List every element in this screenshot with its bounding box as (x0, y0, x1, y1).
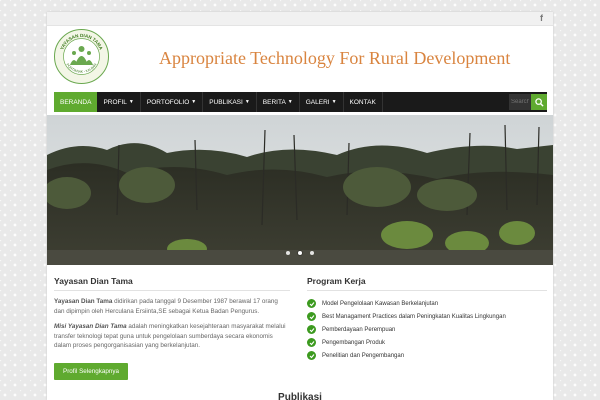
page-container: f YAYASAN DIAN TAMA PONTIANAK - KALBAR A… (47, 12, 553, 400)
program-title: Program Kerja (307, 276, 547, 291)
nav-item-profil[interactable]: Profil ▼ (97, 92, 141, 112)
nav-label: Berita (262, 98, 286, 106)
nav-label: Galeri (305, 98, 330, 106)
slider-dot[interactable] (285, 251, 290, 255)
about-title: Yayasan Dian Tama (54, 276, 290, 291)
facebook-icon[interactable]: f (540, 13, 543, 23)
chevron-down-icon: ▼ (128, 99, 134, 105)
list-item: Best Managament Practices dalam Peningka… (307, 310, 547, 323)
search-icon (534, 97, 544, 107)
check-circle-icon (307, 325, 316, 334)
profile-more-button[interactable]: Profil Selengkapnya (54, 362, 129, 380)
check-circle-icon (307, 312, 316, 321)
list-item: Penelitian dan Pengembangan (307, 349, 547, 362)
nav-label: Profil (103, 98, 127, 106)
nav-item-beranda[interactable]: Beranda (54, 92, 98, 112)
about-p2-strong: Misi Yayasan Dian Tama (54, 323, 127, 330)
nav-label: Portofolio (146, 98, 190, 106)
nav-item-portofolio[interactable]: Portofolio ▼ (141, 92, 204, 112)
program-item-label: Best Managament Practices dalam Peningka… (322, 313, 506, 320)
search-input[interactable] (509, 94, 531, 110)
program-section: Program Kerja Model Pengelolaan Kawasan … (307, 276, 547, 362)
nav-item-galeri[interactable]: Galeri ▼ (300, 92, 344, 112)
publikasi-heading: Publikasi (278, 392, 322, 400)
check-circle-icon (307, 338, 316, 347)
slider-dot-active[interactable] (298, 251, 302, 255)
check-circle-icon (307, 351, 316, 360)
list-item: Pengembangan Produk (307, 336, 547, 349)
about-p1-strong: Yayasan Dian Tama (54, 298, 113, 305)
search-box (509, 94, 547, 110)
program-item-label: Pemberdayaan Perempuan (322, 326, 396, 333)
hero-slider[interactable] (47, 115, 553, 265)
site-header: YAYASAN DIAN TAMA PONTIANAK - KALBAR App… (47, 26, 553, 102)
site-logo[interactable]: YAYASAN DIAN TAMA PONTIANAK - KALBAR (54, 29, 109, 84)
program-item-label: Penelitian dan Pengembangan (322, 352, 405, 359)
chevron-down-icon: ▼ (331, 99, 337, 105)
nav-label: Kontak (349, 98, 376, 106)
search-button[interactable] (531, 94, 547, 110)
chevron-down-icon: ▼ (244, 99, 250, 105)
list-item: Model Pengelolaan Kawasan Berkelanjutan (307, 297, 547, 310)
list-item: Pemberdayaan Perempuan (307, 323, 547, 336)
main-nav: Beranda Profil ▼ Portofolio ▼ Publikasi ▼ B… (54, 92, 547, 112)
slider-dot[interactable] (310, 251, 315, 255)
program-item-label: Pengembangan Produk (322, 339, 386, 346)
nav-label: Publikasi (209, 98, 243, 106)
program-item-label: Model Pengelolaan Kawasan Berkelanjutan (322, 300, 439, 307)
nav-item-publikasi[interactable]: Publikasi ▼ (203, 92, 257, 112)
top-bar: f (47, 12, 553, 26)
chevron-down-icon: ▼ (191, 99, 197, 105)
about-paragraph-1: Yayasan Dian Tama didirikan pada tanggal… (54, 297, 290, 316)
chevron-down-icon: ▼ (287, 99, 293, 105)
nav-item-berita[interactable]: Berita ▼ (257, 92, 300, 112)
site-title: Appropriate Technology For Rural Develop… (159, 48, 511, 68)
check-circle-icon (307, 299, 316, 308)
about-paragraph-2: Misi Yayasan Dian Tama adalah meningkatk… (54, 322, 290, 351)
nav-item-kontak[interactable]: Kontak (344, 92, 383, 112)
program-list: Model Pengelolaan Kawasan Berkelanjutan … (307, 297, 547, 362)
slider-dots (47, 242, 553, 260)
nav-label: Beranda (60, 98, 92, 106)
about-section: Yayasan Dian Tama Yayasan Dian Tama didi… (54, 276, 290, 380)
